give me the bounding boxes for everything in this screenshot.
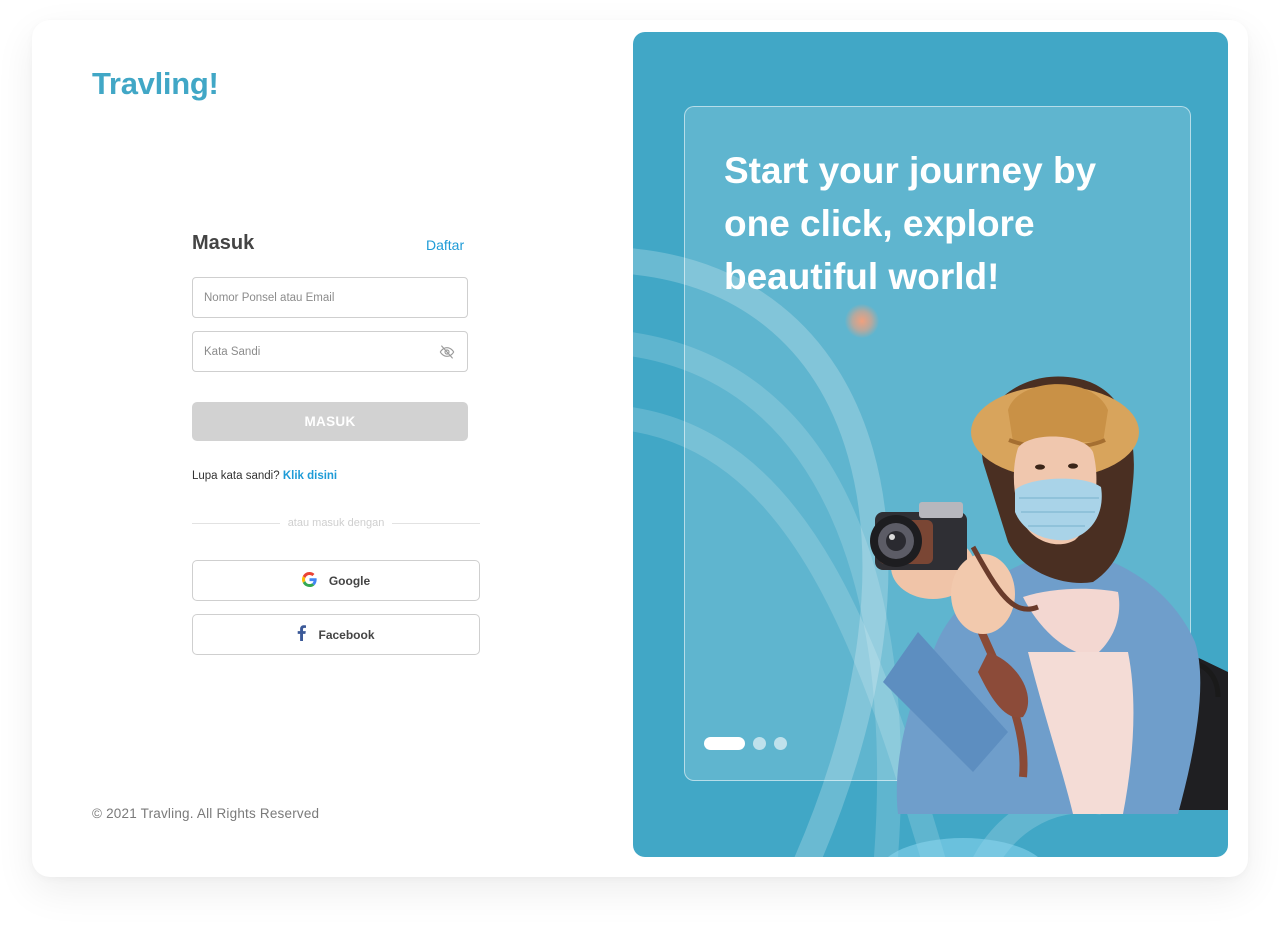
eye-off-icon[interactable] (438, 343, 456, 361)
password-field[interactable] (192, 331, 468, 372)
register-link[interactable]: Daftar (426, 237, 464, 253)
forgot-password-text: Lupa kata sandi? (192, 470, 280, 482)
divider-line-right (392, 522, 481, 524)
social-divider: atau masuk dengan (192, 516, 481, 530)
login-submit-button[interactable]: MASUK (192, 402, 468, 441)
password-input[interactable] (204, 332, 438, 371)
login-card: Travling! Masuk Daftar MASUK Lupa kata s… (32, 20, 1248, 877)
hero-panel: Start your journey by one click, explore… (633, 32, 1228, 857)
hero-tagline: Start your journey by one click, explore… (724, 150, 1097, 297)
phone-email-input[interactable] (204, 278, 456, 317)
carousel-dot-2[interactable] (753, 737, 766, 750)
divider-line-left (192, 522, 280, 524)
login-title: Masuk (192, 232, 255, 254)
glow-orb (845, 304, 879, 338)
divider-text: atau masuk dengan (287, 517, 385, 529)
facebook-label: Facebook (318, 627, 375, 642)
google-label: Google (328, 573, 371, 588)
carousel-dot-1[interactable] (704, 737, 745, 750)
google-icon (301, 571, 317, 590)
phone-email-field[interactable] (192, 277, 468, 318)
brand-logo[interactable]: Travling! (92, 66, 219, 102)
copyright-footer: © 2021 Travling. All Rights Reserved (92, 806, 320, 821)
google-login-button[interactable]: Google (192, 560, 480, 601)
forgot-password-link[interactable]: Klik disini (283, 470, 337, 482)
forgot-password-row: Lupa kata sandi? Klik disini (192, 470, 337, 482)
carousel-indicators (704, 737, 787, 750)
traveler-photo (870, 376, 1228, 814)
carousel-dot-3[interactable] (774, 737, 787, 750)
facebook-login-button[interactable]: Facebook (192, 614, 480, 655)
facebook-icon (297, 625, 307, 644)
